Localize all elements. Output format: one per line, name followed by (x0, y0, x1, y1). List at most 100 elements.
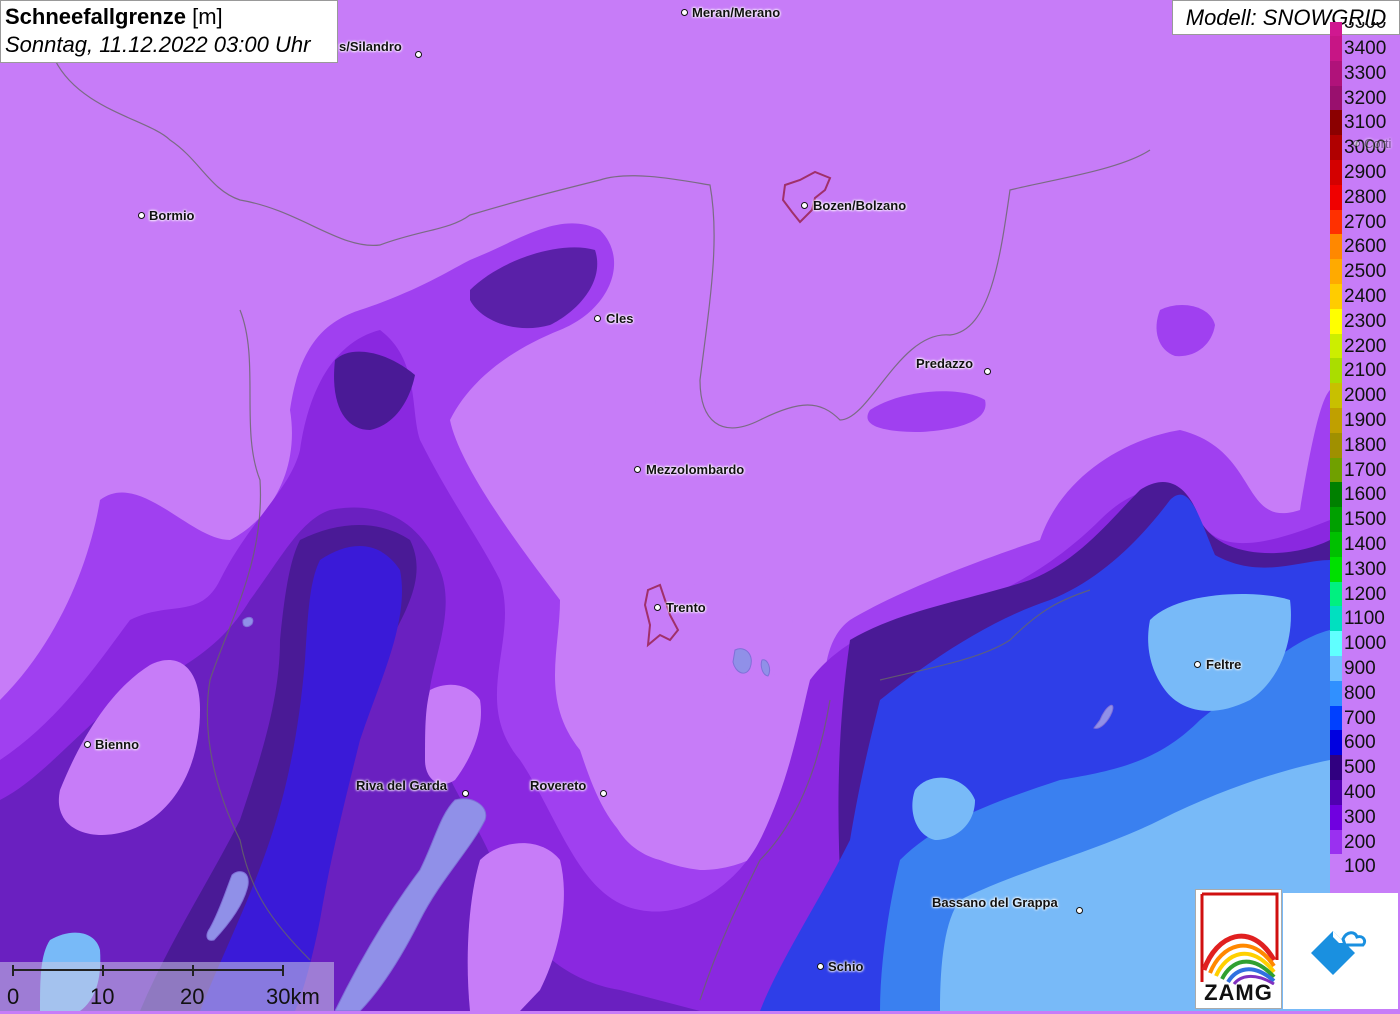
legend-row: 1700 (1328, 457, 1400, 483)
legend-row: 2500 (1328, 259, 1400, 284)
legend-swatch (1330, 705, 1342, 731)
legend-row: 200 (1328, 829, 1400, 855)
legend-row: 900 (1328, 656, 1400, 681)
place-label: Rovereto (530, 778, 587, 793)
legend-label: 3400 (1344, 38, 1387, 59)
legend-label: 3200 (1344, 87, 1387, 109)
legend-swatch (1330, 854, 1342, 880)
place-label: Predazzo (916, 356, 974, 371)
legend-label: 600 (1344, 732, 1376, 754)
legend-row-top: 3500 (1328, 22, 1400, 36)
place-marker (983, 367, 991, 375)
legend-row: 3400 (1328, 36, 1400, 61)
place-label: Riva del Garda (356, 778, 448, 793)
legend-swatch (1330, 160, 1342, 185)
legend-row: 1600 (1328, 482, 1400, 508)
legend-swatch (1330, 432, 1342, 458)
legend-swatch (1330, 780, 1342, 805)
legend-label: 1000 (1344, 633, 1387, 655)
legend-label: 400 (1344, 782, 1376, 803)
legend-label: 3300 (1344, 62, 1387, 84)
place-label: Mezzolombardo (646, 462, 745, 477)
legend-swatch (1330, 829, 1342, 855)
legend-label: 1900 (1344, 410, 1387, 431)
legend-label: 500 (1344, 757, 1376, 779)
zamg-wordmark: ZAMG (1204, 980, 1273, 1005)
legend-row: 2600 (1328, 234, 1400, 260)
place-label: Trento (666, 600, 706, 615)
legend-label: 2300 (1344, 310, 1387, 332)
snow-mountain-icon (1311, 931, 1367, 975)
legend-label: 100 (1344, 856, 1376, 878)
legend-swatch (1330, 507, 1342, 532)
scale-label-30km: 30km (266, 984, 320, 1009)
color-legend: 3500 3400 3300 3200 3100 3000 2900 2800 2700 260… (1328, 22, 1400, 891)
place-marker (1193, 660, 1201, 668)
legend-swatch (1330, 333, 1342, 359)
legend-row: 100 (1328, 854, 1400, 880)
legend-swatch (1330, 383, 1342, 408)
legend-swatch (1330, 482, 1342, 508)
legend-swatch (1330, 606, 1342, 632)
legend-label: 1300 (1344, 558, 1387, 580)
legend-row: 1300 (1328, 556, 1400, 582)
legend-row: 1800 (1328, 432, 1400, 458)
place-label: Bienno (95, 737, 140, 752)
map-title: Schneefallgrenze [m] (5, 3, 333, 31)
title-text: Schneefallgrenze (5, 4, 186, 29)
legend-label: 1500 (1344, 509, 1387, 531)
legend-swatch (1330, 184, 1342, 210)
place-marker (461, 789, 469, 797)
legend-row: 2000 (1328, 383, 1400, 408)
place-label: Corti (1364, 136, 1392, 151)
legend-row: 1900 (1328, 408, 1400, 433)
legend-swatch (1330, 804, 1342, 830)
legend-label: 2800 (1344, 186, 1387, 208)
legend-label: 2200 (1344, 335, 1387, 357)
place-label: Schio (828, 959, 864, 974)
legend-row: 3200 (1328, 85, 1400, 111)
legend-swatch (1330, 22, 1342, 36)
legend-swatch (1330, 408, 1342, 433)
snowfall-line-map (0, 0, 1400, 1011)
scale-label-10: 10 (90, 984, 115, 1009)
place-marker (680, 8, 688, 16)
legend-label: 200 (1344, 831, 1376, 853)
legend-row: 600 (1328, 730, 1400, 756)
legend-swatch (1330, 36, 1342, 61)
legend-label: 1700 (1344, 459, 1387, 481)
legend-swatch (1330, 656, 1342, 681)
legend-label: 2400 (1344, 286, 1387, 307)
legend-row: 2700 (1328, 209, 1400, 235)
place-label: s/Silandro (339, 39, 402, 54)
legend-swatch (1330, 680, 1342, 706)
place-label: Feltre (1206, 657, 1242, 672)
legend-row: 2200 (1328, 333, 1400, 359)
legend-row: 2400 (1328, 284, 1400, 309)
zamg-rainbow-icon (1200, 892, 1279, 985)
legend-label: 2100 (1344, 360, 1387, 382)
legend-swatch (1330, 135, 1342, 160)
legend-row: 2300 (1328, 308, 1400, 334)
legend-label-top: 3500 (1344, 22, 1387, 33)
legend-row: 800 (1328, 680, 1400, 706)
legend-row: 1400 (1328, 532, 1400, 557)
legend-label: 800 (1344, 682, 1376, 704)
legend-label: 1400 (1344, 534, 1387, 555)
title-unit: [m] (192, 4, 223, 29)
legend-label: 1200 (1344, 583, 1387, 605)
legend-row: 2900 (1328, 160, 1400, 185)
legend-swatch (1330, 308, 1342, 334)
legend-swatch (1330, 60, 1342, 86)
legend-label: 3100 (1344, 112, 1387, 134)
place-marker (83, 740, 91, 748)
legend-row: 1100 (1328, 606, 1400, 632)
scale-label-20: 20 (180, 984, 205, 1009)
legend-swatch (1330, 358, 1342, 384)
legend-row: 2100 (1328, 358, 1400, 384)
place-marker (1075, 906, 1083, 914)
place-marker (599, 789, 607, 797)
place-label: Meran/Merano (692, 5, 781, 20)
legend-swatch (1330, 259, 1342, 284)
legend-row: 1200 (1328, 581, 1400, 607)
